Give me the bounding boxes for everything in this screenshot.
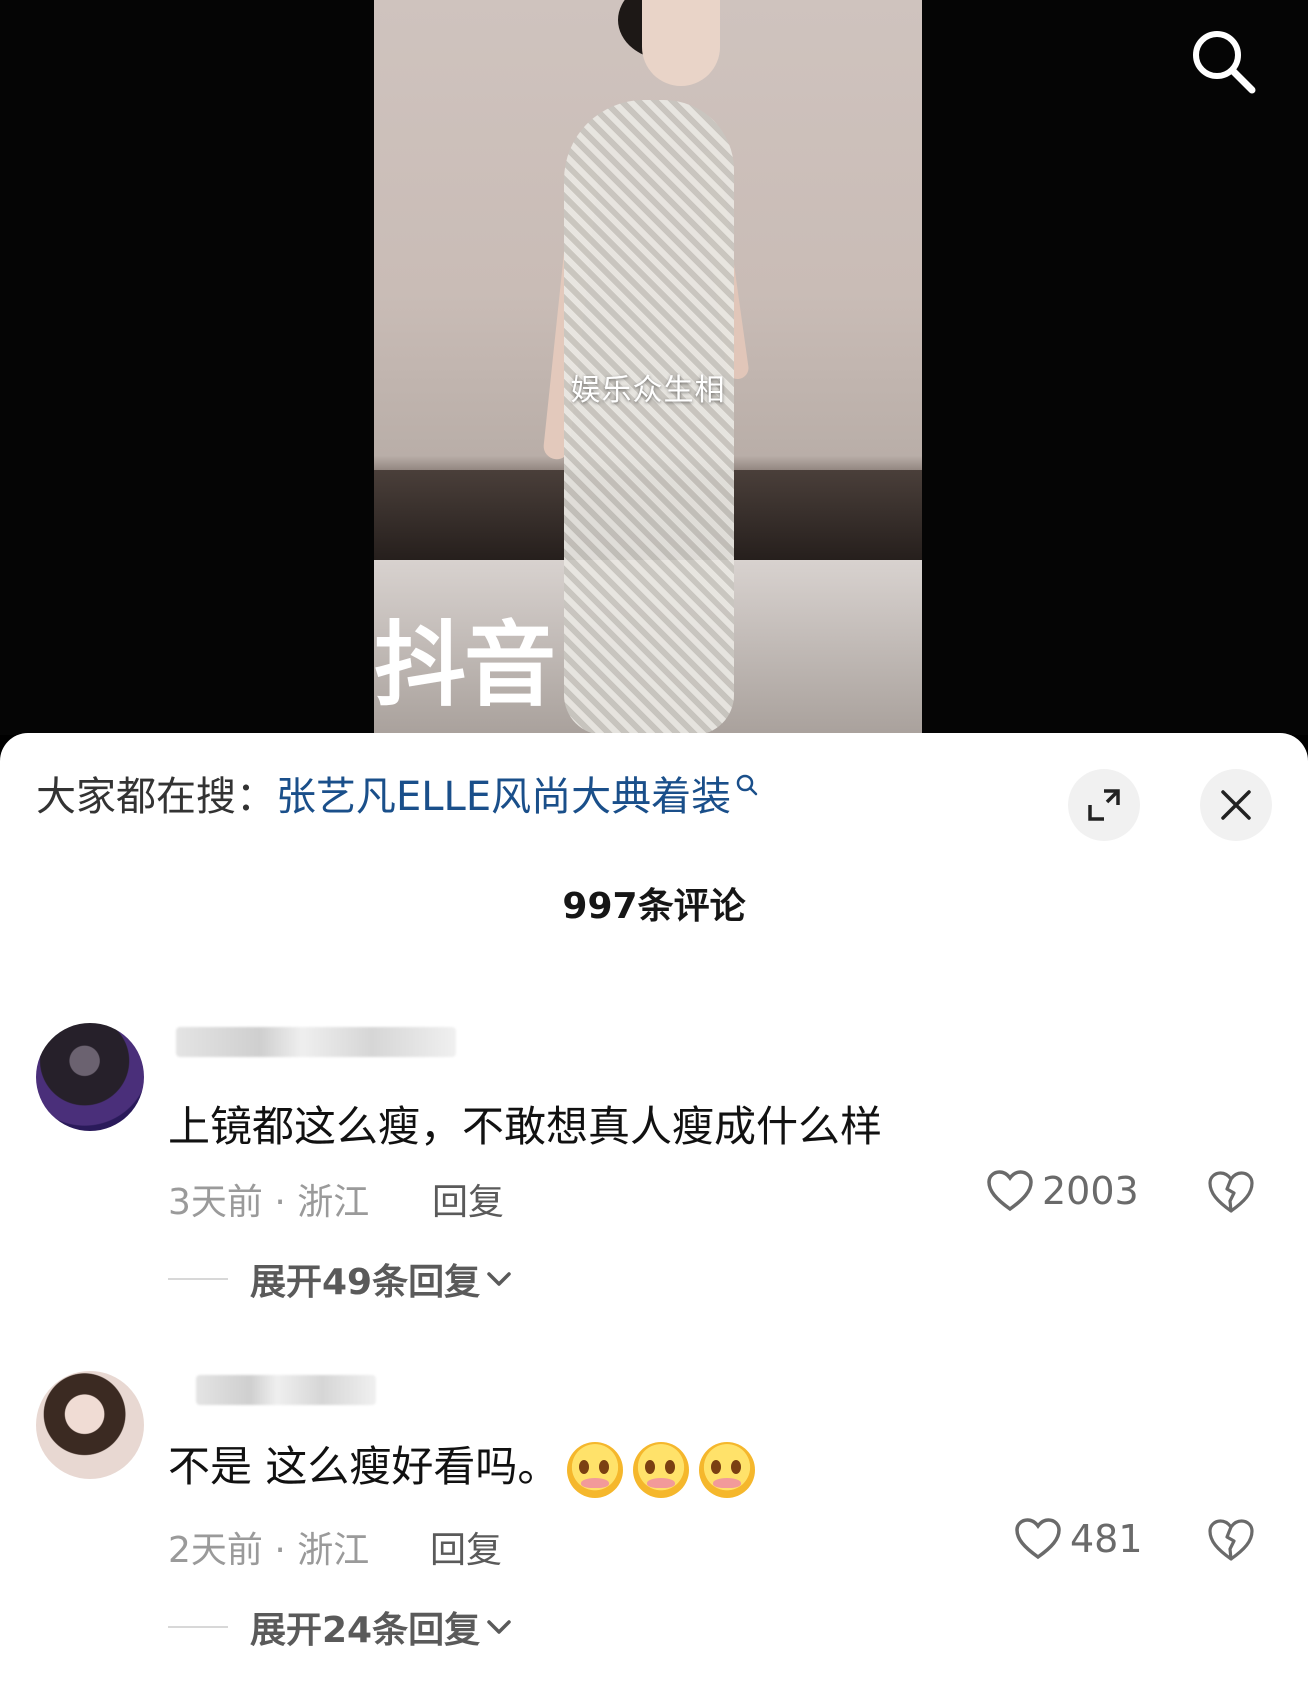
hot-search-bar[interactable]: 大家都在搜：张艺凡ELLE风尚大典着装 [36,773,759,821]
dislike-button[interactable] [1206,1517,1256,1567]
comment-count-title: 997条评论 [562,886,746,927]
avatar[interactable] [36,1023,144,1131]
comment-text-body: 不是 这么瘦好看吗。 [168,1442,560,1491]
expand-replies-label: 展开24条回复 [250,1610,481,1651]
search-icon [1193,31,1256,94]
dislike-button[interactable] [1206,1169,1256,1219]
broken-heart-icon [1208,1171,1254,1213]
reply-button[interactable]: 回复 [430,1521,502,1573]
divider-line [168,1626,228,1628]
username-blurred[interactable] [196,1375,376,1405]
heart-icon [1015,1518,1061,1560]
expand-icon [1088,789,1120,821]
comment-meta: 2天前 · 浙江 [168,1530,370,1571]
heart-icon [987,1170,1033,1212]
video-player[interactable]: 娱乐众生相 抖音 [0,0,1308,735]
crying-emoji-icon [567,1441,624,1498]
crying-emoji-icon [633,1441,690,1498]
search-button[interactable] [1188,26,1258,96]
reply-button[interactable]: 回复 [432,1173,504,1225]
expand-button[interactable] [1068,769,1140,841]
divider-line [168,1278,228,1280]
like-button[interactable]: 2003 [986,1169,1139,1213]
comment-text: 上镜都这么瘦，不敢想真人瘦成什么样 [168,1102,883,1151]
hot-search-query-link[interactable]: 张艺凡ELLE风尚大典着装 [276,774,731,820]
hot-search-label: 大家都在搜： [36,774,276,820]
comment-sheet: 大家都在搜：张艺凡ELLE风尚大典着装 997条评论 上镜都这么瘦，不敢想真人瘦… [0,733,1308,1685]
comment-text: 不是 这么瘦好看吗。 [168,1433,765,1498]
broken-heart-icon [1208,1519,1254,1561]
username-blurred[interactable] [176,1027,456,1057]
close-icon [1221,790,1251,820]
expand-replies-button[interactable]: 展开24条回复 [168,1601,512,1653]
video-figure-head [642,0,720,86]
video-frame[interactable]: 娱乐众生相 抖音 [374,0,922,735]
close-button[interactable] [1200,769,1272,841]
chevron-down-icon [487,1272,511,1286]
comment-meta: 3天前 · 浙江 [168,1182,370,1223]
like-button[interactable]: 481 [1014,1517,1143,1561]
emoji-group [567,1441,765,1498]
video-figure-dress [564,100,734,735]
chevron-down-icon [487,1620,511,1634]
crying-emoji-icon [699,1441,756,1498]
like-count: 481 [1070,1517,1143,1561]
expand-replies-button[interactable]: 展开49条回复 [168,1253,512,1305]
video-watermark: 娱乐众生相 [570,373,726,408]
expand-replies-label: 展开49条回复 [250,1262,481,1303]
douyin-logo-watermark: 抖音 [374,612,556,719]
avatar[interactable] [36,1371,144,1479]
search-icon [736,774,758,796]
like-count: 2003 [1042,1169,1139,1213]
